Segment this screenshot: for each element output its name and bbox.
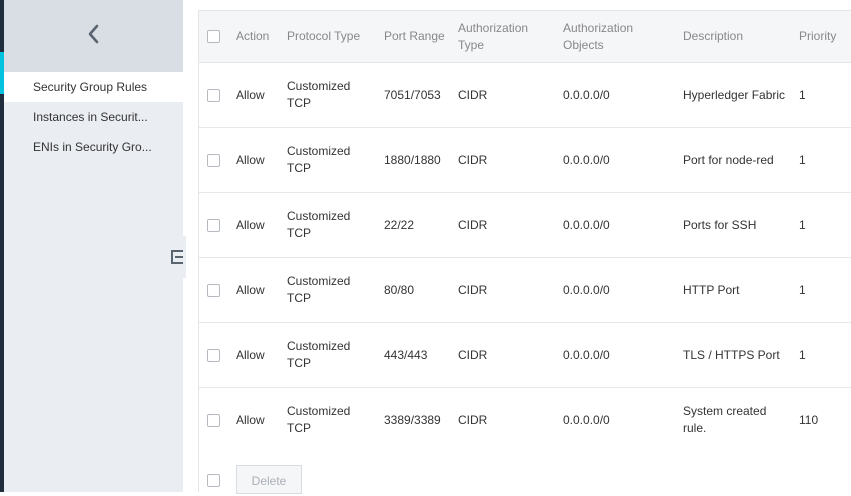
cell-port-range: 22/22 bbox=[384, 217, 415, 232]
column-header-description: Description bbox=[683, 29, 744, 43]
cell-port-range: 7051/7053 bbox=[384, 87, 441, 102]
table-row: Allow Customized TCP 1880/1880 CIDR 0.0.… bbox=[199, 128, 851, 193]
table-header: Action Protocol Type Port Range Authoriz… bbox=[199, 10, 851, 63]
row-checkbox-cell bbox=[207, 63, 220, 127]
sidebar-item-label: Instances in Securit... bbox=[33, 110, 148, 124]
cell-protocol: Customized TCP bbox=[287, 274, 351, 305]
column-header-priority: Priority bbox=[799, 29, 837, 43]
cell-action: Allow bbox=[236, 217, 265, 232]
cell-action: Allow bbox=[236, 347, 265, 362]
cell-priority: 1 bbox=[799, 282, 806, 297]
cell-action: Allow bbox=[236, 87, 265, 102]
sidebar-item-label: Security Group Rules bbox=[33, 80, 148, 94]
row-checkbox[interactable] bbox=[207, 283, 220, 297]
table-row: Allow Customized TCP 22/22 CIDR 0.0.0.0/… bbox=[199, 193, 851, 258]
cell-auth-type: CIDR bbox=[458, 282, 488, 297]
cell-priority: 110 bbox=[799, 412, 819, 427]
cell-auth-objects: 0.0.0.0/0 bbox=[563, 347, 610, 362]
cell-description: HTTP Port bbox=[683, 282, 740, 297]
cell-priority: 1 bbox=[799, 87, 806, 102]
row-checkbox[interactable] bbox=[207, 348, 220, 362]
collapse-sidebar-handle[interactable] bbox=[168, 236, 186, 278]
row-checkbox-cell bbox=[207, 323, 220, 387]
cell-auth-type: CIDR bbox=[458, 87, 488, 102]
table-row: Allow Customized TCP 3389/3389 CIDR 0.0.… bbox=[199, 388, 851, 453]
row-checkbox[interactable] bbox=[207, 218, 220, 232]
cell-description: Hyperledger Fabric bbox=[683, 87, 786, 102]
row-checkbox-cell bbox=[207, 388, 220, 452]
cell-auth-objects: 0.0.0.0/0 bbox=[563, 217, 610, 232]
cell-auth-type: CIDR bbox=[458, 347, 488, 362]
table-row: Allow Customized TCP 7051/7053 CIDR 0.0.… bbox=[199, 63, 851, 128]
chevron-left-icon[interactable] bbox=[82, 22, 106, 46]
header-checkbox-cell bbox=[207, 11, 220, 62]
cell-priority: 1 bbox=[799, 217, 806, 232]
cell-auth-type: CIDR bbox=[458, 217, 488, 232]
sidebar-item-instances[interactable]: Instances in Securit... bbox=[4, 102, 183, 132]
cell-description: System created rule. bbox=[683, 404, 767, 435]
cell-auth-objects: 0.0.0.0/0 bbox=[563, 87, 610, 102]
row-checkbox[interactable] bbox=[207, 88, 220, 102]
cell-action: Allow bbox=[236, 152, 265, 167]
security-group-rules-table: Action Protocol Type Port Range Authoriz… bbox=[198, 10, 851, 453]
cell-priority: 1 bbox=[799, 347, 806, 362]
cell-protocol: Customized TCP bbox=[287, 339, 351, 370]
cell-port-range: 1880/1880 bbox=[384, 152, 441, 167]
cell-auth-objects: 0.0.0.0/0 bbox=[563, 412, 610, 427]
sidebar-item-enis[interactable]: ENIs in Security Gro... bbox=[4, 132, 183, 162]
cell-description: Ports for SSH bbox=[683, 217, 757, 232]
table-footer: Delete bbox=[198, 452, 851, 494]
cell-protocol: Customized TCP bbox=[287, 79, 351, 110]
cell-port-range: 80/80 bbox=[384, 282, 415, 297]
row-checkbox[interactable] bbox=[207, 153, 220, 167]
cell-port-range: 3389/3389 bbox=[384, 412, 441, 427]
select-all-checkbox[interactable] bbox=[207, 30, 220, 43]
table-row: Allow Customized TCP 443/443 CIDR 0.0.0.… bbox=[199, 323, 851, 388]
cell-auth-type: CIDR bbox=[458, 412, 488, 427]
cell-description: Port for node-red bbox=[683, 152, 774, 167]
cell-auth-type: CIDR bbox=[458, 152, 488, 167]
column-header-protocol: Protocol Type bbox=[287, 29, 361, 43]
table-row: Allow Customized TCP 80/80 CIDR 0.0.0.0/… bbox=[199, 258, 851, 323]
delete-button[interactable]: Delete bbox=[236, 465, 302, 494]
cell-protocol: Customized TCP bbox=[287, 209, 351, 240]
row-checkbox[interactable] bbox=[207, 413, 220, 427]
cell-auth-objects: 0.0.0.0/0 bbox=[563, 152, 610, 167]
footer-select-all-checkbox[interactable] bbox=[207, 474, 220, 487]
collapse-icon bbox=[171, 250, 183, 264]
sidebar-header bbox=[4, 0, 183, 72]
sidebar-item-label: ENIs in Security Gro... bbox=[33, 140, 152, 154]
column-header-auth-objects: Authorization Objects bbox=[563, 20, 634, 52]
cell-action: Allow bbox=[236, 282, 265, 297]
cell-port-range: 443/443 bbox=[384, 347, 428, 362]
sidebar: Security Group Rules Instances in Securi… bbox=[4, 0, 183, 492]
column-header-port-range: Port Range bbox=[384, 29, 445, 43]
cell-priority: 1 bbox=[799, 152, 806, 167]
cell-protocol: Customized TCP bbox=[287, 144, 351, 175]
main-content: Action Protocol Type Port Range Authoriz… bbox=[183, 0, 851, 494]
cell-description: TLS / HTTPS Port bbox=[683, 347, 780, 362]
cell-protocol: Customized TCP bbox=[287, 404, 351, 435]
column-header-action: Action bbox=[236, 29, 270, 43]
column-header-auth-type: Authorization Type bbox=[458, 20, 529, 52]
row-checkbox-cell bbox=[207, 258, 220, 322]
row-checkbox-cell bbox=[207, 128, 220, 192]
sidebar-item-security-group-rules[interactable]: Security Group Rules bbox=[4, 72, 183, 102]
cell-action: Allow bbox=[236, 412, 265, 427]
cell-auth-objects: 0.0.0.0/0 bbox=[563, 282, 610, 297]
row-checkbox-cell bbox=[207, 193, 220, 257]
